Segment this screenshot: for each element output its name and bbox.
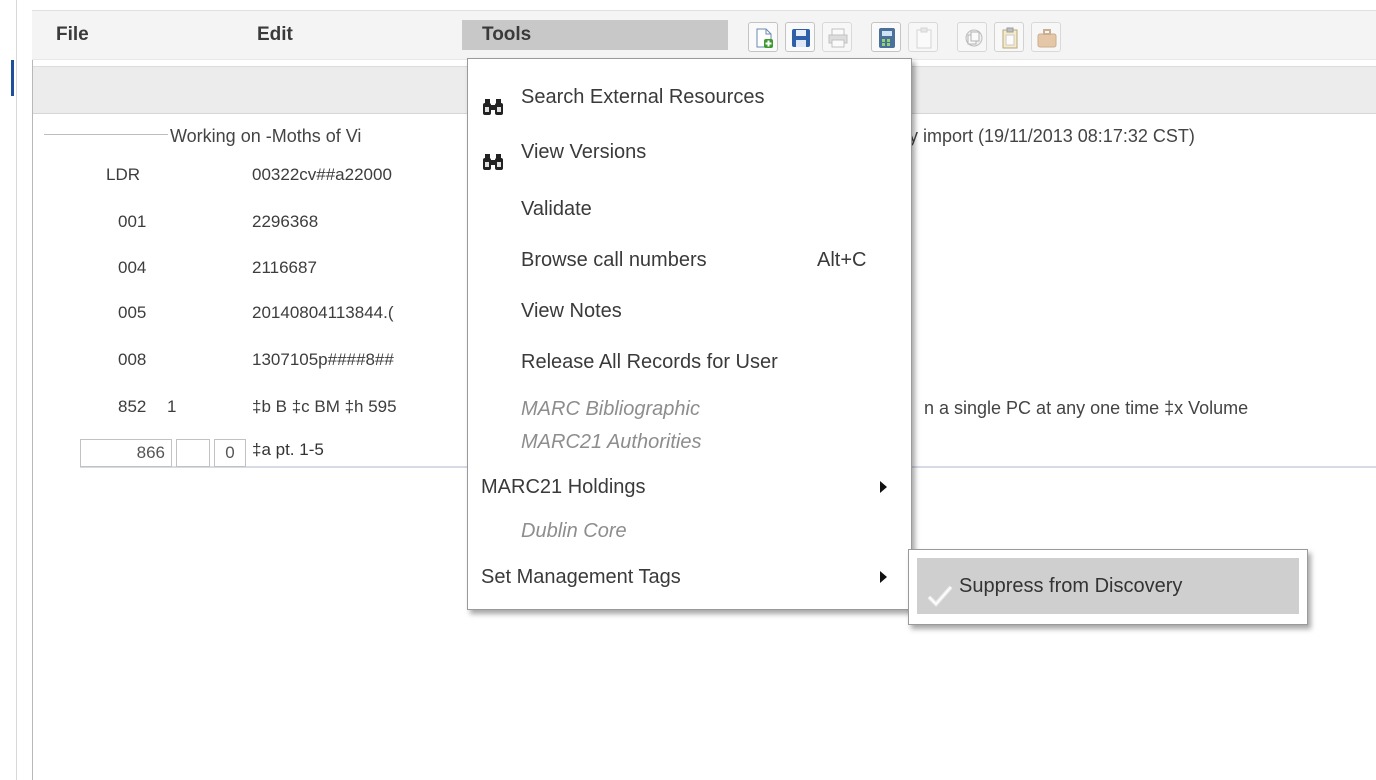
record-status-import-text: d by import (19/11/2013 08:17:32 CST) <box>884 126 1195 146</box>
left-edge-marker <box>11 60 14 96</box>
menu-item-dublin-core: Dublin Core <box>468 509 911 553</box>
menu-item-shortcut: Alt+C <box>817 249 867 271</box>
field-tag: LDR <box>106 165 141 184</box>
indicator2-input[interactable]: 0 <box>214 439 246 467</box>
menu-item-label: Search External Resources <box>521 86 765 108</box>
field-value-continued[interactable]: n a single PC at any one time ‡x Volume <box>924 398 1248 419</box>
menu-item-label: Release All Records for User <box>521 351 778 373</box>
field-value[interactable]: 2116687 <box>252 258 317 278</box>
save-icon[interactable] <box>785 22 815 52</box>
menu-item-validate[interactable]: Validate <box>468 187 911 231</box>
subfield-input[interactable]: ‡a pt. 1-5 <box>252 439 324 465</box>
field-value[interactable]: 2296368 <box>252 212 318 232</box>
print-icon[interactable] <box>822 22 852 52</box>
field-value[interactable]: 20140804113844.( <box>252 303 394 323</box>
menu-edit[interactable]: Edit <box>257 20 293 50</box>
menu-bar: File Edit Tools <box>32 10 1376 60</box>
menu-item-label: Validate <box>521 198 592 220</box>
field-tag: 008 <box>118 350 147 369</box>
menu-item-set-management-tags[interactable]: Set Management Tags <box>468 555 911 599</box>
menu-item-label: View Versions <box>521 141 647 163</box>
briefcase-icon[interactable] <box>1031 22 1061 52</box>
field-value[interactable]: 00322cv##a22000 <box>252 165 392 185</box>
menu-item-marc21-holdings[interactable]: MARC21 Holdings <box>468 465 911 509</box>
menu-item-label: MARC21 Authorities <box>521 431 702 453</box>
menu-item-label: Set Management Tags <box>481 566 681 588</box>
field-tag: 001 <box>118 212 147 231</box>
field-tag: 852 <box>118 397 147 416</box>
menu-item-label: Dublin Core <box>521 520 627 542</box>
field-indicator: 1 <box>167 397 177 416</box>
status-rule <box>44 134 168 135</box>
checkmark-icon <box>927 574 953 630</box>
new-record-icon[interactable] <box>748 22 778 52</box>
menu-item-view-notes[interactable]: View Notes <box>468 289 911 333</box>
tag-input[interactable]: 866 <box>80 439 172 467</box>
menu-file[interactable]: File <box>56 20 89 50</box>
submenu-item-label: Suppress from Discovery <box>959 575 1183 597</box>
menu-item-browse-call-numbers[interactable]: Browse call numbers Alt+C <box>468 238 911 282</box>
menu-item-release-all-records[interactable]: Release All Records for User <box>468 340 911 384</box>
field-value[interactable]: ‡b B ‡c BM ‡h 595 <box>252 397 397 417</box>
menu-item-marc21-authorities: MARC21 Authorities <box>468 420 911 464</box>
indicator1-input[interactable] <box>176 439 210 467</box>
left-divider <box>16 0 17 780</box>
field-tag: 004 <box>118 258 147 277</box>
field-tag: 005 <box>118 303 147 322</box>
submenu-arrow-icon <box>880 481 887 493</box>
submenu-arrow-icon <box>880 571 887 583</box>
binoculars-icon <box>482 143 504 187</box>
menu-item-suppress-from-discovery[interactable]: Suppress from Discovery <box>917 558 1299 614</box>
menu-item-label: View Notes <box>521 300 622 322</box>
menu-item-label: MARC21 Holdings <box>481 476 646 498</box>
menu-item-search-external-resources[interactable]: Search External Resources <box>468 75 911 119</box>
paste-icon[interactable] <box>994 22 1024 52</box>
management-tags-submenu: Suppress from Discovery <box>908 549 1308 625</box>
binoculars-icon <box>482 88 504 132</box>
calculator-icon[interactable] <box>871 22 901 52</box>
copy-icon[interactable] <box>957 22 987 52</box>
clipboard-icon[interactable] <box>908 22 938 52</box>
record-status-text: Working on -Moths of Vi <box>170 126 362 146</box>
content-divider <box>32 40 33 780</box>
tools-dropdown-menu: Search External Resources View Versions … <box>467 58 912 610</box>
menu-item-view-versions[interactable]: View Versions <box>468 130 911 174</box>
menu-tools[interactable]: Tools <box>462 20 728 50</box>
field-value[interactable]: 1307105p####8## <box>252 350 394 370</box>
menu-item-label: Browse call numbers <box>521 249 707 271</box>
